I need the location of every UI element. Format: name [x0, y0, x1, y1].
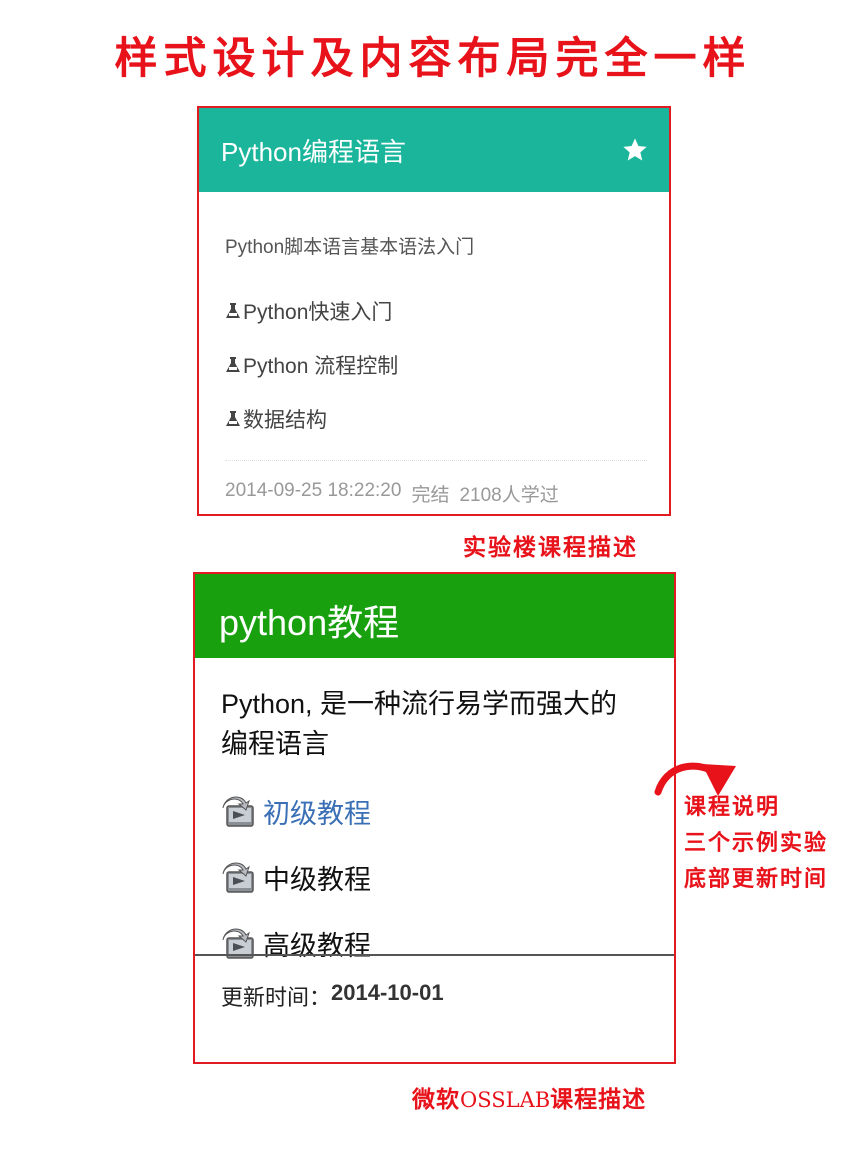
lab-item[interactable]: Python快速入门: [225, 296, 392, 326]
divider: [195, 954, 674, 956]
caption-brand: OSSLAB: [460, 1088, 551, 1112]
lab-item[interactable]: 高级教程: [219, 924, 371, 963]
book-arrow-icon: [222, 862, 254, 893]
update-datetime: 2014-09-25 18:22:20: [225, 480, 402, 501]
update-date: 2014-10-01: [331, 980, 444, 1005]
course-description: Python, 是一种流行易学而强大的编程语言: [221, 689, 618, 759]
book-arrow-icon: [222, 796, 254, 827]
osslab-caption: 微软 OSSLAB 课程描述: [412, 1080, 646, 1114]
star-icon[interactable]: [621, 136, 649, 164]
lab-item[interactable]: 数据结构: [225, 404, 327, 434]
course-title[interactable]: python教程: [219, 594, 399, 646]
page-headline: 样式设计及内容布局完全一样: [114, 34, 752, 84]
course-description: Python脚本语言基本语法入门: [225, 237, 475, 258]
lab-item[interactable]: 初级教程: [219, 792, 371, 831]
lab-title: 初级教程: [263, 799, 371, 829]
annotation-notes: 课程说明 三个示例实验 底部更新时间: [684, 790, 828, 898]
lab-title: 数据结构: [243, 409, 327, 432]
update-label: 更新时间：: [221, 985, 332, 1010]
shiyanlou-course-card[interactable]: Python编程语言 Python脚本语言基本语法入门 Python快速入门 P…: [197, 106, 671, 516]
card-header: Python编程语言: [199, 108, 669, 192]
book-arrow-icon: [222, 928, 254, 959]
osslab-course-card[interactable]: python教程 Python, 是一种流行易学而强大的编程语言 初级教程 中级…: [193, 572, 676, 1064]
caption-prefix: 微软: [412, 1087, 460, 1113]
card-header: python教程: [195, 574, 674, 658]
divider: [225, 460, 647, 461]
flask-icon: [226, 357, 240, 372]
card-footer: 2014-09-25 18:22:20 完结 2108人学过: [225, 480, 559, 507]
course-status: 完结: [411, 485, 450, 506]
course-title[interactable]: Python编程语言: [221, 132, 406, 169]
flask-icon: [226, 411, 240, 426]
lab-item[interactable]: 中级教程: [219, 858, 371, 897]
caption-suffix: 课程描述: [550, 1087, 647, 1113]
note-item: 课程说明: [684, 795, 781, 820]
note-item: 三个示例实验: [684, 831, 829, 856]
lab-title: 中级教程: [263, 865, 371, 895]
note-item: 底部更新时间: [684, 867, 829, 892]
lab-title: Python 流程控制: [243, 355, 399, 378]
card-footer: 更新时间： 2014-10-01: [221, 980, 444, 1012]
lab-title: Python快速入门: [243, 301, 393, 324]
lab-title: 高级教程: [263, 931, 371, 961]
shiyanlou-caption: 实验楼课程描述: [463, 535, 638, 561]
flask-icon: [226, 303, 240, 318]
learner-count: 2108人学过: [459, 485, 559, 506]
lab-item[interactable]: Python 流程控制: [225, 350, 398, 380]
